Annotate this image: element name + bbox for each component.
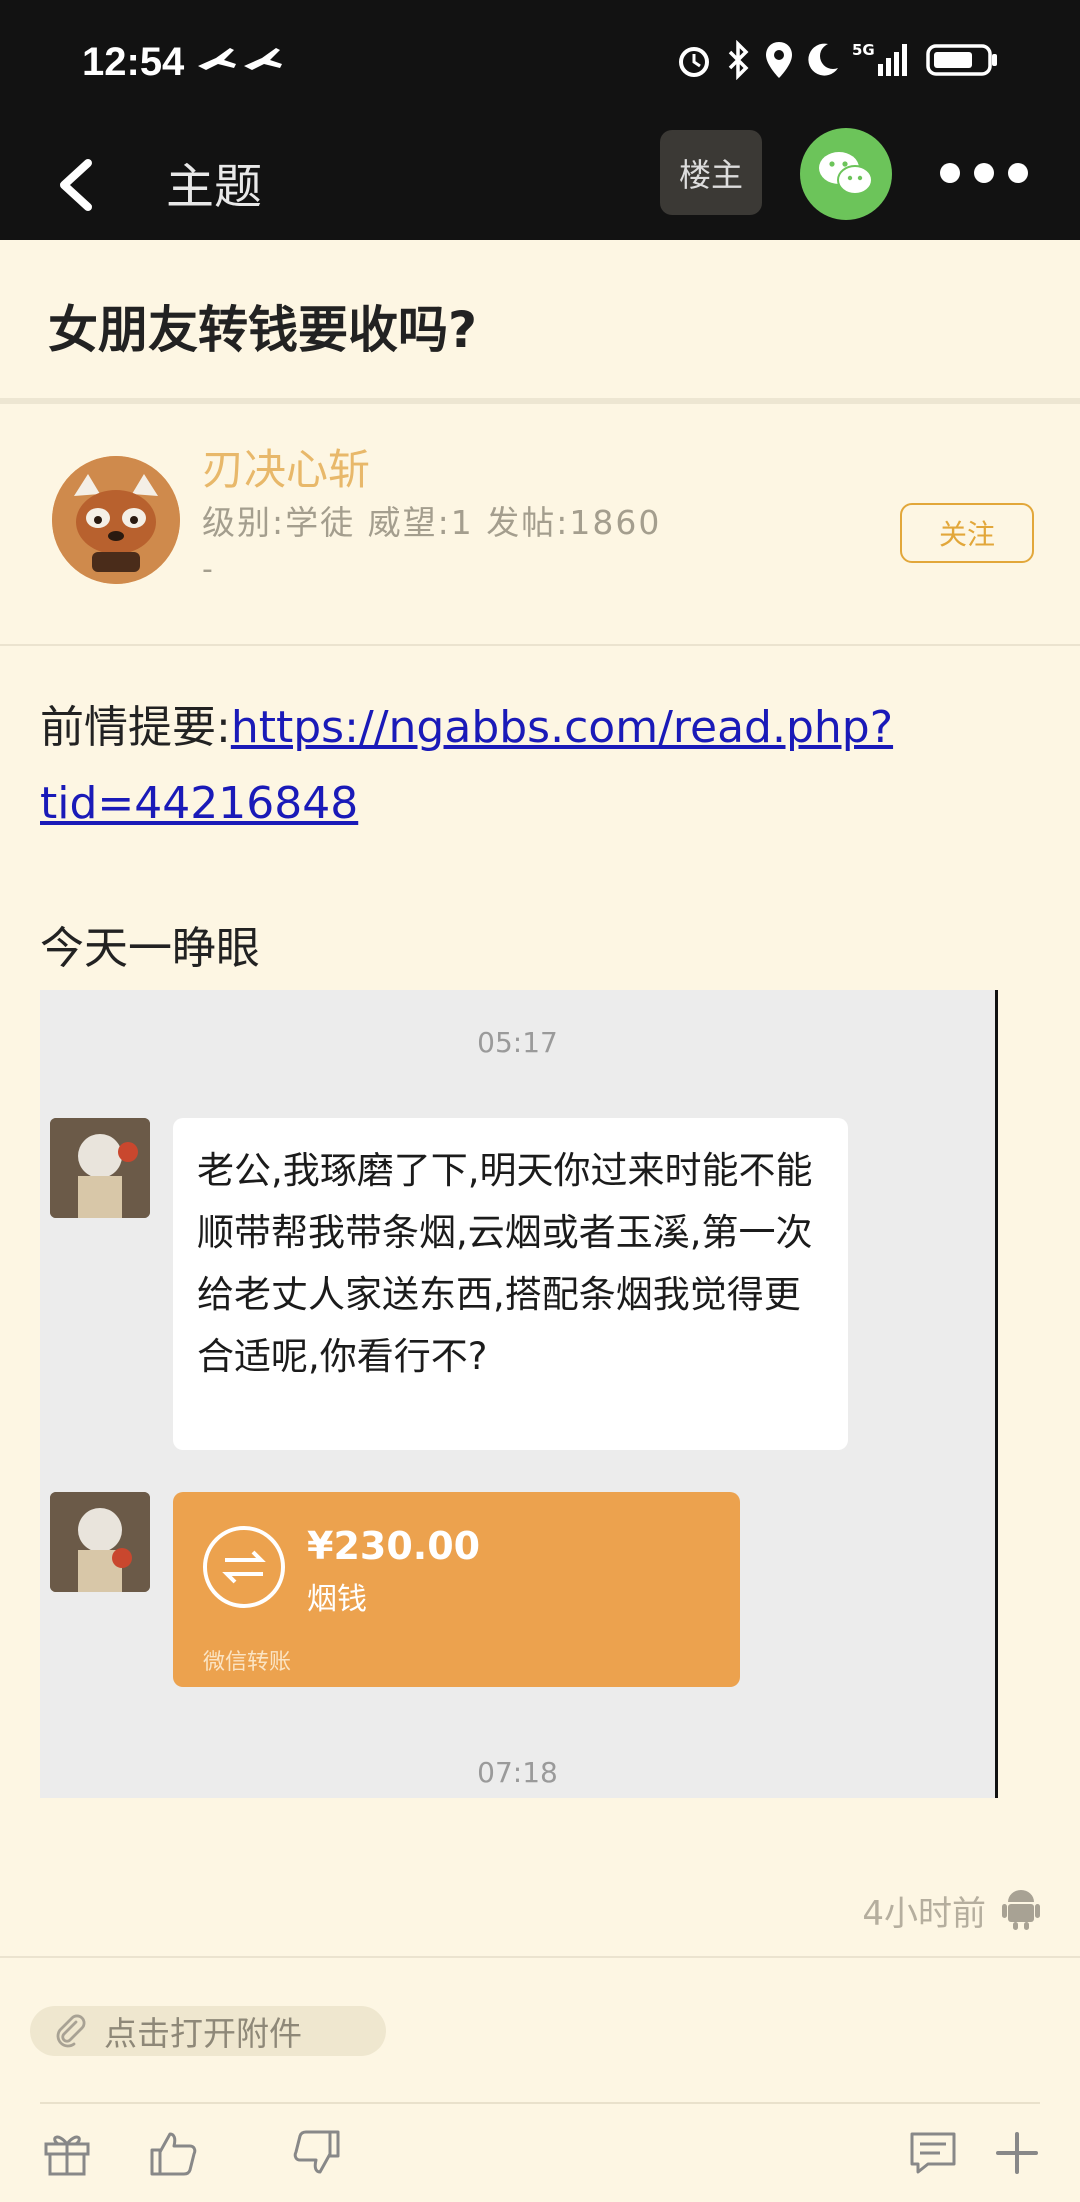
plane-icon [198, 48, 282, 70]
author-meta: 级别:学徒 威望:1 发帖:1860 [202, 503, 662, 542]
follow-button[interactable]: 关注 [900, 503, 1034, 563]
wechat-share-button[interactable] [800, 128, 892, 220]
battery-icon [926, 44, 997, 76]
divider [0, 398, 1080, 404]
android-icon [1002, 1886, 1040, 1930]
post-text: 今天一睁眼 [40, 923, 260, 974]
girl-avatar-icon [50, 1118, 150, 1218]
comment-icon [910, 2132, 956, 2174]
divider [0, 1956, 1080, 1958]
page-title: 主题 [166, 159, 263, 215]
like-button[interactable] [146, 2126, 200, 2180]
add-button[interactable] [990, 2126, 1044, 2180]
more-menu-button[interactable] [940, 163, 1028, 183]
divider [0, 644, 1080, 646]
girl-avatar-icon [50, 1492, 150, 1592]
wechat-transfer-card: ¥230.00 烟钱 微信转账 [173, 1492, 740, 1687]
wechat-icon [819, 152, 873, 195]
bluetooth-icon [728, 40, 749, 80]
status-time: 12:54 [82, 40, 185, 84]
author-name[interactable]: 刃决心斩 [202, 436, 370, 497]
transfer-amount: ¥230.00 [307, 1524, 481, 1568]
alarm-icon [679, 47, 709, 77]
moon-icon [808, 43, 838, 76]
chat-timestamp: 05:17 [477, 1026, 558, 1059]
comment-button[interactable] [906, 2126, 960, 2180]
airplane-icons [196, 44, 286, 80]
thumbs-up-icon [150, 2132, 197, 2176]
transfer-label: 微信转账 [203, 1650, 292, 1675]
author-avatar[interactable] [52, 456, 180, 584]
chevron-left-icon [60, 159, 92, 211]
chat-timestamp: 07:18 [477, 1756, 558, 1789]
app-bar: 主题 楼主 [0, 128, 1080, 240]
gift-button[interactable] [40, 2126, 94, 2180]
svg-text:5G: 5G [852, 41, 875, 59]
owner-only-button[interactable]: 楼主 [660, 130, 762, 215]
divider [40, 2102, 1040, 2104]
thread-title: 女朋友转钱要收吗? [48, 301, 478, 359]
chat-message-bubble: 老公,我琢磨了下,明天你过来时能不能顺带帮我带条烟,云烟或者玉溪,第一次给老丈人… [173, 1118, 848, 1450]
chat-avatar [50, 1118, 150, 1218]
status-bar: 12:54 5G [0, 0, 1080, 135]
location-icon [766, 42, 792, 78]
red-panda-avatar-icon [52, 456, 180, 584]
post-prefix: 前情提要: [40, 702, 231, 753]
signal-5g-icon: 5G [852, 41, 907, 76]
plus-icon [996, 2132, 1038, 2174]
author-signature: - [202, 552, 213, 587]
attachment-label: 点击打开附件 [104, 2014, 302, 2053]
back-button[interactable] [50, 145, 110, 225]
post-image[interactable]: 05:17 老公,我琢磨了下,明天你过来时能不能顺带帮我带条烟,云烟或者玉溪,第… [40, 990, 998, 1798]
post-body: 前情提要:https://ngabbs.com/read.php?tid=442… [40, 690, 1040, 842]
gift-icon [44, 2135, 90, 2176]
paperclip-icon [56, 2014, 86, 2048]
transfer-note: 烟钱 [307, 1582, 367, 1617]
chat-avatar [50, 1492, 150, 1592]
post-time: 4小时前 [862, 1894, 986, 1934]
open-attachment-button[interactable]: 点击打开附件 [30, 2006, 386, 2056]
thumbs-down-icon [293, 2130, 340, 2174]
transfer-icon [203, 1526, 285, 1608]
dislike-button[interactable] [290, 2126, 344, 2180]
